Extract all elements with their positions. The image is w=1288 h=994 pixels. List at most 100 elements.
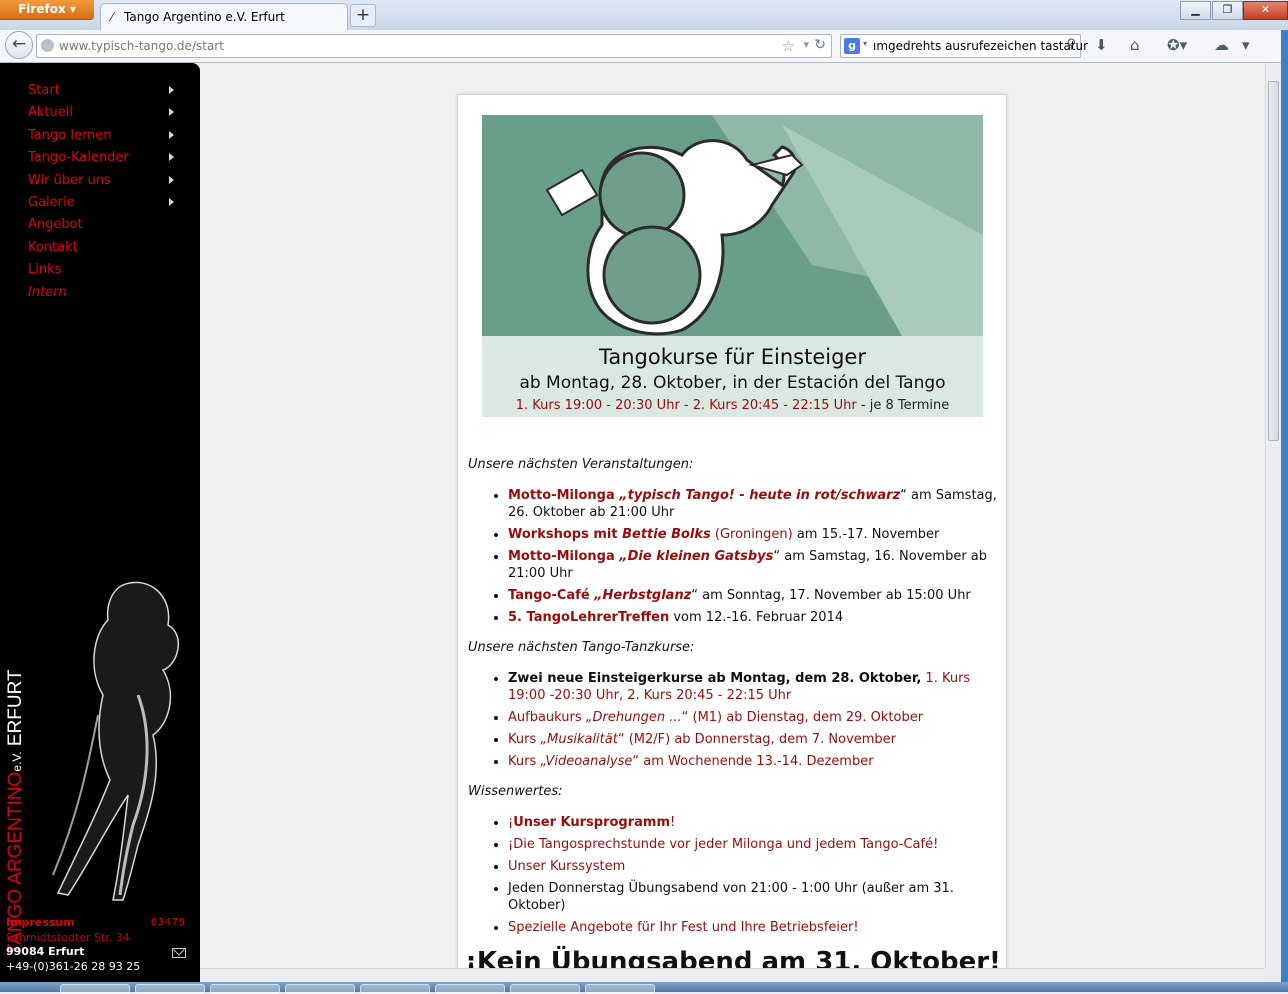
list-item: Spezielle Angebote für Ihr Fest und Ihre… — [508, 919, 998, 936]
dancer-silhouette-image — [52, 581, 180, 901]
search-engine-dropdown-icon[interactable]: ▾ — [863, 39, 867, 48]
taskbar-item[interactable] — [60, 984, 130, 994]
taskbar-item[interactable] — [285, 984, 355, 994]
overflow-menu-icon[interactable]: ▾ — [1242, 36, 1250, 54]
submenu-arrow-icon — [169, 86, 174, 94]
banner-subtitle: ab Montag, 28. Oktober, in der Estación … — [519, 373, 946, 393]
reload-icon[interactable]: ↻ — [814, 37, 826, 53]
menu-item-tango-kalender[interactable]: Tango-Kalender — [28, 149, 178, 171]
list-item: 5. TangoLehrerTreffen vom 12.-16. Februa… — [508, 609, 998, 626]
address-city: 99084 Erfurt — [6, 945, 85, 958]
event-link[interactable]: Motto-Milonga — [508, 488, 619, 503]
menu-item-angebot[interactable]: Angebot — [28, 216, 178, 238]
event-link[interactable]: 5. TangoLehrerTreffen — [508, 610, 669, 625]
taskbar-item[interactable] — [360, 984, 430, 994]
menu-item-intern[interactable]: Intern — [28, 284, 178, 306]
firefox-menu-button[interactable]: Firefox ▾ — [0, 0, 94, 20]
list-item: ¡Die Tangosprechstunde vor jeder Milonga… — [508, 836, 998, 853]
window-titlebar: Firefox ▾ ⁄ Tango Argentino e.V. Erfurt … — [0, 0, 1288, 30]
list-item: Motto-Milonga „Die kleinen Gatsbys“ am S… — [508, 548, 998, 582]
search-bar[interactable]: g ▾ ımgedrehts ausrufezeichen tastatur ⚲ — [840, 34, 1088, 58]
minimize-button[interactable]: ▁ — [1180, 1, 1211, 20]
taskbar-item[interactable] — [435, 984, 505, 994]
vertical-scrollbar[interactable] — [1265, 63, 1281, 968]
facts-heading: Wissenwertes: — [468, 784, 563, 799]
kurssystem-link[interactable]: Unser Kurssystem — [508, 859, 625, 874]
search-input[interactable]: ımgedrehts ausrufezeichen tastatur — [873, 39, 1088, 53]
vertical-scrollbar-thumb[interactable] — [1268, 81, 1279, 441]
home-icon[interactable]: ⌂ — [1130, 36, 1140, 54]
address-street: Schmidtstedter Str. 34 — [6, 930, 130, 944]
submenu-arrow-icon — [169, 108, 174, 117]
google-search-engine-icon[interactable]: g — [844, 38, 860, 54]
close-window-button[interactable]: ✕ — [1243, 1, 1288, 20]
site-identity-icon[interactable] — [41, 39, 54, 52]
content-card: Tangokurse für Einsteiger ab Montag, 28.… — [457, 94, 1007, 974]
menu-item-galerie[interactable]: Galerie — [28, 194, 178, 216]
course-banner[interactable]: Tangokurse für Einsteiger ab Montag, 28.… — [482, 115, 983, 417]
submenu-arrow-icon — [169, 130, 174, 139]
menu-item-wir-ueber-uns[interactable]: Wir über uns — [28, 172, 178, 194]
brand-vertical-logo: TANGO ARGENTINOe.V. ERFURT — [5, 669, 26, 955]
url-bar[interactable]: www.typisch-tango.de/start ☆ ▾ ↻ — [36, 34, 832, 58]
courses-heading: Unsere nächsten Tango-Tanzkurse: — [468, 640, 695, 655]
navigation-toolbar: ← www.typisch-tango.de/start ☆ ▾ ↻ g ▾ ı… — [0, 30, 1288, 63]
angebote-link[interactable]: Spezielle Angebote für Ihr Fest und Ihre… — [508, 920, 859, 935]
event-link[interactable]: Motto-Milonga — [508, 549, 619, 564]
bookmarks-icon[interactable]: ✪▾ — [1167, 36, 1187, 54]
list-item: Jeden Donnerstag Übungsabend von 21:00 -… — [508, 880, 998, 914]
kursprogramm-link[interactable]: Unser Kursprogramm — [513, 815, 670, 830]
mail-icon[interactable] — [172, 948, 186, 958]
list-item: Aufbaukurs „Drehungen ...“ (M1) ab Diens… — [508, 709, 998, 726]
tangosprechstunde-link[interactable]: ¡Die Tangosprechstunde vor jeder Milonga… — [508, 837, 938, 852]
submenu-arrow-icon — [169, 175, 174, 184]
bookmark-star-icon[interactable]: ☆ — [782, 37, 795, 55]
menu-item-kontakt[interactable]: Kontakt — [28, 239, 178, 261]
main-menu: Start Aktuell Tango lernen Tango-Kalende… — [28, 82, 178, 306]
course-link[interactable]: Kurs — [508, 754, 540, 769]
downloads-icon[interactable]: ⬇ — [1095, 36, 1108, 54]
list-item: Kurs „Videoanalyse“ am Wochenende 13.-14… — [508, 753, 998, 770]
menu-item-start[interactable]: Start — [28, 82, 178, 104]
submenu-arrow-icon — [169, 197, 174, 206]
taskbar-item[interactable] — [585, 984, 655, 994]
list-item: ¡Unser Kursprogramm! — [508, 814, 998, 831]
submenu-arrow-icon — [169, 153, 174, 162]
back-button[interactable]: ← — [5, 31, 33, 59]
list-item: Motto-Milonga „typisch Tango! - heute in… — [508, 487, 998, 521]
events-list: Motto-Milonga „typisch Tango! - heute in… — [468, 487, 998, 631]
desktop-edge — [1281, 30, 1288, 982]
url-text[interactable]: www.typisch-tango.de/start — [59, 39, 224, 53]
tango-couple-illustration — [545, 115, 983, 336]
menu-item-links[interactable]: Links — [28, 261, 178, 283]
menu-item-tango-lernen[interactable]: Tango lernen — [28, 127, 178, 149]
url-dropdown-icon[interactable]: ▾ — [803, 38, 809, 51]
tab-tango-argentino[interactable]: ⁄ Tango Argentino e.V. Erfurt — [100, 3, 348, 30]
list-item: Zwei neue Einsteigerkurse ab Montag, dem… — [508, 670, 998, 704]
event-link[interactable]: Workshops mit — [508, 527, 622, 542]
sidebar-footer: Impressum 83479 Schmidtstedter Str. 34 99… — [6, 916, 190, 974]
maximize-button[interactable]: ❐ — [1212, 1, 1243, 20]
taskbar-item[interactable] — [210, 984, 280, 994]
events-heading: Unsere nächsten Veranstaltungen: — [468, 457, 694, 472]
course-link[interactable]: Aufbaukurs — [508, 710, 586, 725]
list-item: Tango-Café „Herbstglanz“ am Sonntag, 17.… — [508, 587, 998, 604]
event-link[interactable]: Tango-Café — [508, 588, 594, 603]
addon-icon[interactable]: ☁ — [1214, 36, 1229, 54]
courses-list: Zwei neue Einsteigerkurse ab Montag, dem… — [468, 670, 998, 775]
list-item: Kurs „Musikalität“ (M2/F) ab Donnerstag,… — [508, 731, 998, 748]
new-tab-button[interactable]: + — [350, 4, 376, 27]
site-sidebar: Start Aktuell Tango lernen Tango-Kalende… — [0, 63, 200, 992]
taskbar-item[interactable] — [510, 984, 580, 994]
horizontal-scrollbar[interactable] — [200, 968, 1265, 982]
taskbar-item[interactable] — [135, 984, 205, 994]
search-magnifier-icon[interactable]: ⚲ — [1066, 37, 1076, 52]
banner-title: Tangokurse für Einsteiger — [599, 345, 866, 369]
windows-taskbar — [0, 982, 1288, 994]
list-item: Unser Kurssystem — [508, 858, 998, 875]
list-item: Workshops mit Bettie Bolks (Groningen) a… — [508, 526, 998, 543]
menu-item-aktuell[interactable]: Aktuell — [28, 104, 178, 126]
tab-title: Tango Argentino e.V. Erfurt — [124, 10, 285, 24]
course-link[interactable]: Kurs — [508, 732, 540, 747]
impressum-link[interactable]: Impressum — [6, 916, 75, 929]
